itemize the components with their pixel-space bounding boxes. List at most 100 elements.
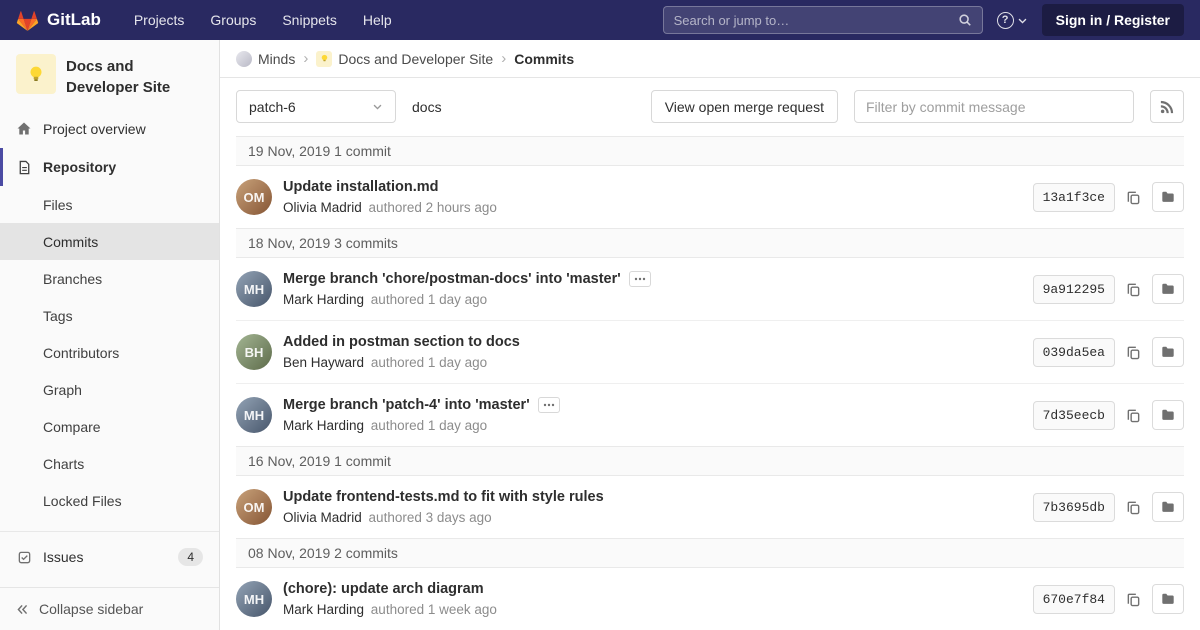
browse-files-button[interactable]	[1152, 182, 1184, 212]
browse-files-button[interactable]	[1152, 337, 1184, 367]
breadcrumb-current: Commits	[514, 51, 574, 67]
commit-row: OM Update installation.md Olivia Madrid …	[236, 166, 1184, 228]
commit-date-header: 08 Nov, 2019 2 commits	[236, 538, 1184, 568]
sidebar-item-branches[interactable]: Branches	[0, 260, 219, 297]
sidebar-item-compare[interactable]: Compare	[0, 408, 219, 445]
copy-sha-button[interactable]	[1124, 406, 1143, 425]
commits-feed-button[interactable]	[1150, 90, 1184, 123]
commit-row: MH Merge branch 'chore/postman-docs' int…	[236, 258, 1184, 320]
copy-icon	[1126, 190, 1141, 205]
copy-sha-button[interactable]	[1124, 498, 1143, 517]
avatar: BH	[236, 334, 272, 370]
sidebar-item-locked-files[interactable]: Locked Files	[0, 482, 219, 519]
sign-in-register-button[interactable]: Sign in / Register	[1042, 4, 1184, 36]
sidebar-item-contributors[interactable]: Contributors	[0, 334, 219, 371]
sidebar-item-graph[interactable]: Graph	[0, 371, 219, 408]
project-header[interactable]: Docs and Developer Site	[0, 40, 219, 110]
copy-icon	[1126, 592, 1141, 607]
nav-item-snippets[interactable]: Snippets	[269, 0, 349, 40]
folder-icon	[1161, 345, 1175, 359]
avatar-initials: OM	[244, 190, 265, 205]
copy-sha-button[interactable]	[1124, 590, 1143, 609]
project-sidebar: Docs and Developer Site Project overview…	[0, 40, 220, 630]
breadcrumb-project-label: Docs and Developer Site	[338, 51, 493, 67]
commit-title-link[interactable]: Update frontend-tests.md to fit with sty…	[283, 489, 604, 505]
commit-sha-link[interactable]: 13a1f3ce	[1033, 183, 1115, 212]
nav-item-help[interactable]: Help	[350, 0, 405, 40]
expand-commit-description-button[interactable]	[629, 271, 651, 287]
commit-sha-link[interactable]: 670e7f84	[1033, 585, 1115, 614]
sidebar-item-project-overview[interactable]: Project overview	[0, 110, 219, 148]
issues-count-badge: 4	[178, 548, 203, 566]
commit-author-link[interactable]: Mark Harding	[283, 418, 364, 433]
chevron-down-icon	[372, 101, 383, 112]
browse-files-button[interactable]	[1152, 400, 1184, 430]
collapse-sidebar-button[interactable]: Collapse sidebar	[0, 587, 219, 630]
avatar: MH	[236, 581, 272, 617]
main-content: Minds › Docs and Developer Site › Commit…	[220, 40, 1200, 630]
browse-files-button[interactable]	[1152, 584, 1184, 614]
chevron-down-icon	[1017, 15, 1028, 26]
commit-title-link[interactable]: Update installation.md	[283, 179, 439, 195]
sidebar-item-commits[interactable]: Commits	[0, 223, 219, 260]
breadcrumb-project[interactable]: Docs and Developer Site	[316, 51, 493, 67]
sidebar-item-repository[interactable]: Repository	[0, 148, 219, 186]
copy-sha-button[interactable]	[1124, 280, 1143, 299]
sidebar-item-label: Repository	[43, 159, 116, 175]
copy-sha-button[interactable]	[1124, 343, 1143, 362]
double-chevron-left-icon	[16, 603, 29, 616]
commit-title-link[interactable]: (chore): update arch diagram	[283, 581, 484, 597]
ellipsis-icon	[543, 403, 555, 407]
branch-selector-value: patch-6	[249, 99, 296, 115]
avatar: MH	[236, 397, 272, 433]
commit-date-header: 16 Nov, 2019 1 commit	[236, 446, 1184, 476]
ref-path-label: docs	[412, 99, 442, 115]
question-mark-icon: ?	[997, 12, 1014, 29]
branch-selector[interactable]: patch-6	[236, 90, 396, 123]
sidebar-item-tags[interactable]: Tags	[0, 297, 219, 334]
commit-row: OM Update frontend-tests.md to fit with …	[236, 476, 1184, 538]
commit-author-link[interactable]: Mark Harding	[283, 292, 364, 307]
sidebar-item-issues[interactable]: Issues 4	[0, 538, 219, 576]
nav-item-projects[interactable]: Projects	[121, 0, 198, 40]
sidebar-item-charts[interactable]: Charts	[0, 445, 219, 482]
commit-author-link[interactable]: Olivia Madrid	[283, 510, 362, 525]
expand-commit-description-button[interactable]	[538, 397, 560, 413]
commit-sha-link[interactable]: 7d35eecb	[1033, 401, 1115, 430]
commit-authored-text: authored 1 day ago	[371, 292, 487, 307]
filter-commits-input[interactable]	[854, 90, 1134, 123]
project-name: Docs and Developer Site	[66, 54, 203, 98]
commit-author-link[interactable]: Olivia Madrid	[283, 200, 362, 215]
breadcrumb-group[interactable]: Minds	[236, 51, 295, 67]
breadcrumb-separator-icon: ›	[303, 50, 308, 67]
commit-title-link[interactable]: Merge branch 'patch-4' into 'master'	[283, 397, 530, 413]
breadcrumb-group-label: Minds	[258, 51, 295, 67]
sidebar-item-label: Issues	[43, 549, 83, 565]
commit-author-link[interactable]: Mark Harding	[283, 602, 364, 617]
commits-toolbar: patch-6 docs View open merge request	[236, 90, 1184, 123]
ellipsis-icon	[634, 277, 646, 281]
nav-item-groups[interactable]: Groups	[197, 0, 269, 40]
search-icon	[958, 13, 972, 27]
brand-text[interactable]: GitLab	[47, 10, 101, 30]
commit-author-link[interactable]: Ben Hayward	[283, 355, 364, 370]
gitlab-logo-icon[interactable]	[16, 9, 39, 32]
project-avatar-small	[316, 51, 332, 67]
commit-title-link[interactable]: Merge branch 'chore/postman-docs' into '…	[283, 271, 621, 287]
sidebar-item-files[interactable]: Files	[0, 186, 219, 223]
commit-sha-link[interactable]: 9a912295	[1033, 275, 1115, 304]
copy-sha-button[interactable]	[1124, 188, 1143, 207]
folder-icon	[1161, 282, 1175, 296]
browse-files-button[interactable]	[1152, 492, 1184, 522]
commit-sha-link[interactable]: 039da5ea	[1033, 338, 1115, 367]
commit-sha-link[interactable]: 7b3695db	[1033, 493, 1115, 522]
browse-files-button[interactable]	[1152, 274, 1184, 304]
view-open-merge-request-button[interactable]: View open merge request	[651, 90, 838, 123]
help-menu[interactable]: ?	[997, 12, 1028, 29]
avatar-initials: MH	[244, 282, 264, 297]
search-input[interactable]	[674, 13, 958, 28]
folder-icon	[1161, 190, 1175, 204]
collapse-sidebar-label: Collapse sidebar	[39, 601, 143, 617]
commit-title-link[interactable]: Added in postman section to docs	[283, 334, 520, 350]
avatar-initials: BH	[245, 345, 264, 360]
